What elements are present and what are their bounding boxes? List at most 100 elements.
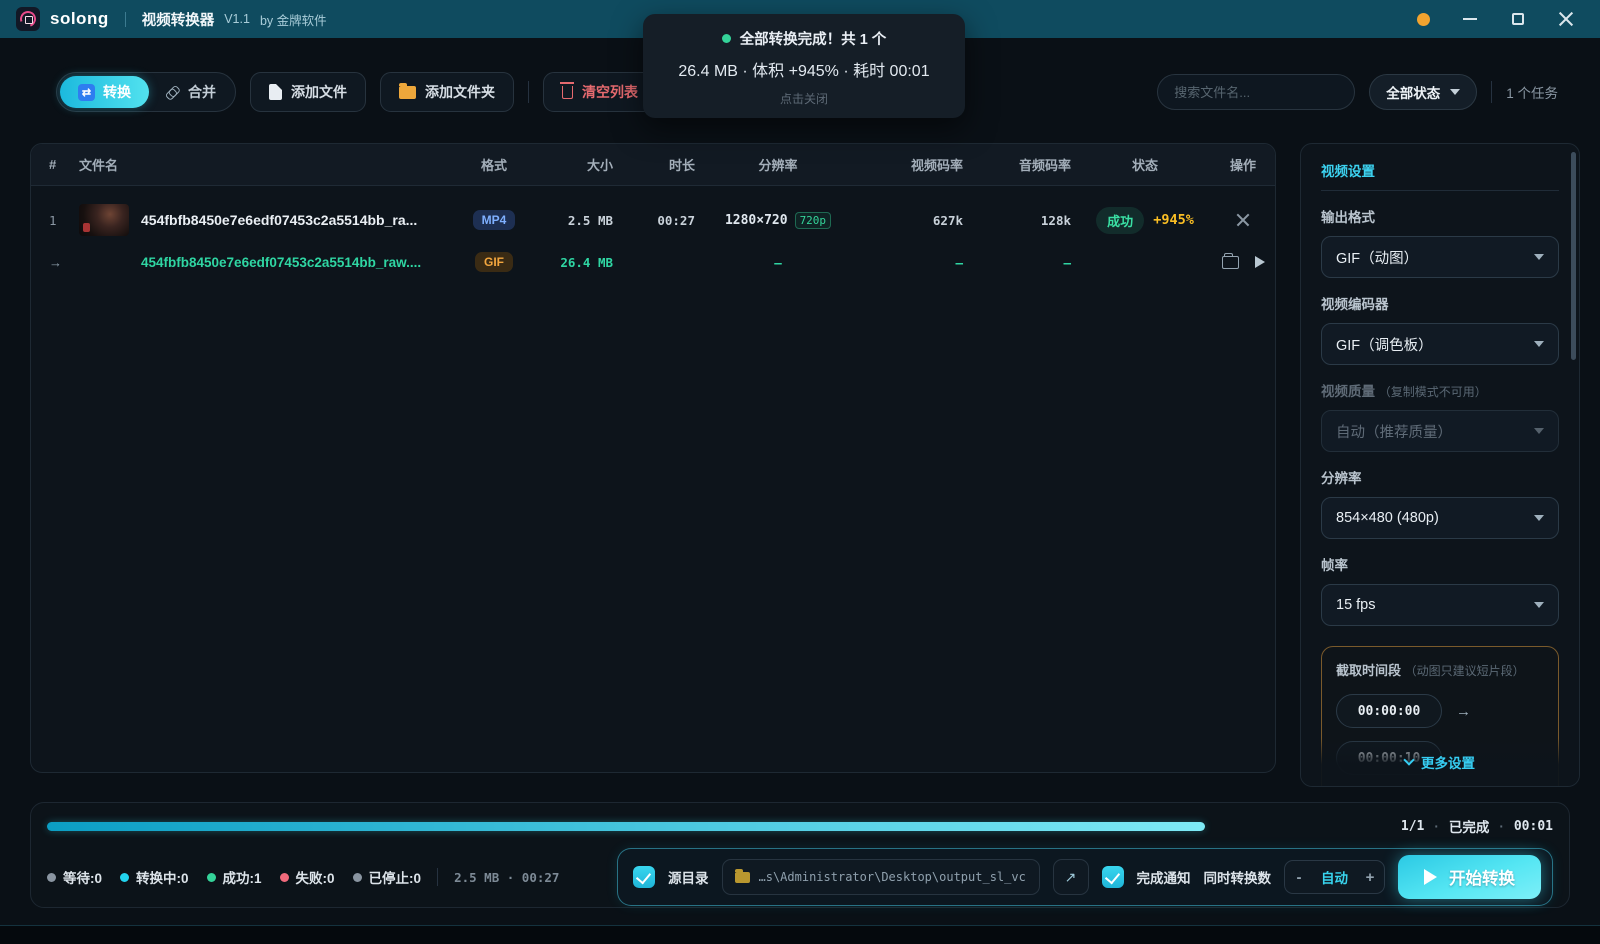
add-file-button[interactable]: 添加文件 bbox=[250, 72, 366, 112]
app-window: solong 视频转换器 V1.1 by 金牌软件 ⇄ 转换 合并 添加文件 bbox=[0, 0, 1600, 944]
output-arrow: → bbox=[31, 255, 79, 270]
open-folder-icon[interactable] bbox=[1222, 256, 1239, 269]
success-dot-icon bbox=[722, 34, 731, 43]
chevron-down-icon bbox=[1534, 341, 1544, 347]
task-table: # 文件名 格式 大小 时长 分辨率 视频码率 音频码率 状态 操作 1 454… bbox=[30, 143, 1276, 773]
progress-time: 00:01 bbox=[1514, 819, 1553, 834]
resolution: 1280×720 bbox=[725, 213, 788, 228]
search-input[interactable] bbox=[1157, 74, 1355, 110]
folder-icon bbox=[735, 872, 750, 883]
field-video-quality: 视频质量 （复制模式不可用） 自动（推荐质量） bbox=[1321, 380, 1559, 452]
close-button[interactable] bbox=[1558, 11, 1574, 27]
chevron-down-icon bbox=[1403, 754, 1414, 765]
video-thumbnail bbox=[79, 204, 129, 236]
stat-success: 成功:1 bbox=[207, 867, 262, 887]
concurrent-stepper: - 自动 + bbox=[1284, 860, 1385, 894]
window-bottom-edge bbox=[0, 925, 1600, 944]
maximize-button[interactable] bbox=[1510, 11, 1526, 27]
stat-failed: 失败:0 bbox=[280, 867, 335, 887]
video-bitrate: 627k bbox=[853, 213, 971, 228]
field-video-encoder: 视频编码器 GIF（调色板） bbox=[1321, 293, 1559, 365]
minimize-button[interactable] bbox=[1462, 11, 1478, 27]
status-dot-icon bbox=[353, 873, 362, 882]
field-output-format: 输出格式 GIF（动图） bbox=[1321, 206, 1559, 278]
folder-icon bbox=[399, 86, 416, 99]
app-version: V1.1 bbox=[224, 12, 250, 26]
remove-task-icon[interactable] bbox=[1236, 213, 1250, 227]
play-icon bbox=[1424, 869, 1437, 885]
source-dir-checkbox[interactable] bbox=[633, 866, 655, 888]
toolbar-divider bbox=[1491, 81, 1492, 103]
conversion-controls-group: 源目录 ↗ 完成通知 同时转换数 - 自动 + 开始转换 bbox=[617, 848, 1553, 906]
chevron-down-icon bbox=[1534, 515, 1544, 521]
totals-summary: 2.5 MB · 00:27 bbox=[454, 870, 559, 885]
table-header: # 文件名 格式 大小 时长 分辨率 视频码率 音频码率 状态 操作 bbox=[31, 144, 1275, 186]
output-video-bitrate: – bbox=[853, 255, 971, 270]
status-dot-icon bbox=[120, 873, 129, 882]
update-indicator-icon[interactable] bbox=[1417, 13, 1430, 26]
status-filter-dropdown[interactable]: 全部状态 bbox=[1369, 74, 1477, 110]
tab-merge[interactable]: 合并 bbox=[149, 82, 232, 102]
sidebar-scrollbar[interactable] bbox=[1571, 152, 1576, 360]
resolution-tag: 720p bbox=[795, 212, 832, 229]
output-path-box bbox=[722, 859, 1040, 895]
notify-label: 完成通知 bbox=[1137, 867, 1191, 887]
output-path-input[interactable] bbox=[759, 870, 1027, 884]
toolbar-divider bbox=[528, 81, 529, 103]
format-badge: MP4 bbox=[473, 210, 516, 230]
output-audio-bitrate: – bbox=[971, 255, 1079, 270]
stepper-value: 自动 bbox=[1313, 867, 1356, 887]
chevron-down-icon bbox=[1450, 89, 1460, 95]
stepper-minus-button[interactable]: - bbox=[1285, 869, 1313, 886]
completion-toast[interactable]: 全部转换完成！共 1 个 26.4 MB · 体积 +945% · 耗时 00:… bbox=[643, 14, 965, 118]
notify-checkbox[interactable] bbox=[1102, 866, 1124, 888]
toast-title: 全部转换完成！共 1 个 bbox=[740, 28, 887, 49]
status-dot-icon bbox=[280, 873, 289, 882]
mode-segmented-control: ⇄ 转换 合并 bbox=[56, 72, 236, 112]
duration: 00:27 bbox=[621, 213, 703, 228]
status-dot-icon bbox=[47, 873, 56, 882]
field-hint: （复制模式不可用） bbox=[1379, 385, 1487, 399]
concurrent-label: 同时转换数 bbox=[1204, 867, 1272, 887]
open-output-folder-button[interactable]: ↗ bbox=[1053, 859, 1089, 895]
chevron-down-icon bbox=[1534, 428, 1544, 434]
chevron-down-icon bbox=[1534, 254, 1544, 260]
stepper-plus-button[interactable]: + bbox=[1356, 869, 1384, 886]
bottom-bar: 1/1 · 已完成 · 00:01 等待:0 转换中:0 成功:1 失败:0 已… bbox=[30, 802, 1570, 908]
framerate-dropdown[interactable]: 15 fps bbox=[1321, 584, 1559, 626]
output-format-dropdown[interactable]: GIF（动图） bbox=[1321, 236, 1559, 278]
source-dir-label: 源目录 bbox=[668, 867, 709, 887]
add-folder-button[interactable]: 添加文件夹 bbox=[380, 72, 514, 112]
link-icon bbox=[162, 81, 183, 102]
output-size: 26.4 MB bbox=[529, 255, 621, 270]
progress-status: 已完成 bbox=[1449, 816, 1490, 836]
app-name: solong bbox=[50, 9, 109, 29]
task-count: 1 个任务 bbox=[1506, 82, 1558, 102]
file-size: 2.5 MB bbox=[529, 213, 621, 228]
start-conversion-button[interactable]: 开始转换 bbox=[1398, 855, 1541, 899]
clear-list-button[interactable]: 清空列表 bbox=[543, 72, 657, 112]
trim-start-input[interactable]: 00:00:00 bbox=[1336, 694, 1442, 728]
tab-convert[interactable]: ⇄ 转换 bbox=[60, 76, 149, 108]
stat-waiting: 等待:0 bbox=[47, 867, 102, 887]
window-title: 视频转换器 bbox=[142, 9, 215, 30]
status-dot-icon bbox=[207, 873, 216, 882]
app-logo-icon bbox=[16, 7, 40, 31]
status-badge: 成功 bbox=[1096, 207, 1144, 234]
output-filename: 454fbfb8450e7e6edf07453c2a5514bb_raw.... bbox=[141, 255, 421, 270]
field-resolution: 分辨率 854×480 (480p) bbox=[1321, 467, 1559, 539]
more-settings-link[interactable]: 更多设置 bbox=[1301, 738, 1579, 786]
progress-bar bbox=[47, 822, 1205, 831]
app-byline: by 金牌软件 bbox=[260, 10, 327, 29]
source-filename: 454fbfb8450e7e6edf07453c2a5514bb_ra... bbox=[141, 212, 417, 228]
stat-converting: 转换中:0 bbox=[120, 867, 189, 887]
chevron-down-icon bbox=[1534, 602, 1544, 608]
trash-icon bbox=[562, 86, 573, 99]
play-icon[interactable] bbox=[1255, 256, 1265, 268]
video-encoder-dropdown[interactable]: GIF（调色板） bbox=[1321, 323, 1559, 365]
trim-hint: （动图只建议短片段） bbox=[1405, 664, 1525, 678]
output-resolution: – bbox=[703, 255, 853, 270]
row-index: 1 bbox=[31, 213, 79, 228]
field-framerate: 帧率 15 fps bbox=[1321, 554, 1559, 626]
resolution-dropdown[interactable]: 854×480 (480p) bbox=[1321, 497, 1559, 539]
